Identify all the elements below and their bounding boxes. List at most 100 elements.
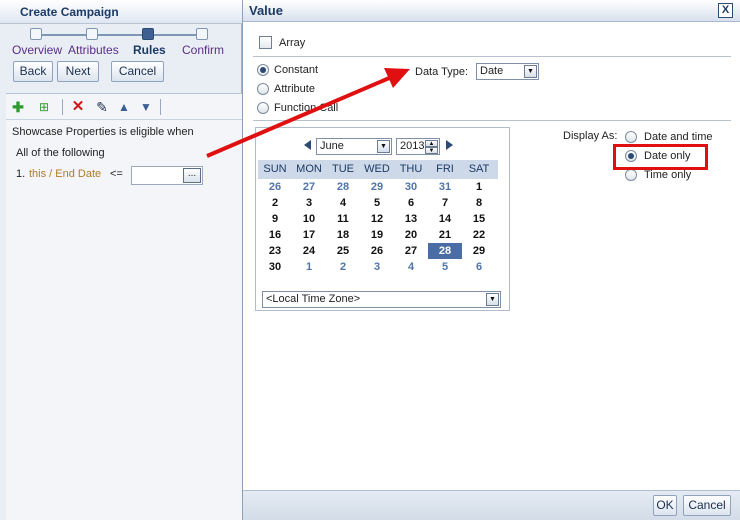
calendar-day-cell[interactable]: 16 — [258, 227, 292, 243]
calendar-day-cell[interactable]: 11 — [326, 211, 360, 227]
rule-header: Showcase Properties is eligible when — [12, 126, 194, 138]
value-picker-button[interactable]: ... — [183, 168, 201, 183]
function-call-label: Function Call — [274, 102, 339, 114]
calendar-day-cell[interactable]: 6 — [462, 259, 496, 275]
calendar-day-cell[interactable]: 1 — [292, 259, 326, 275]
constant-radio[interactable] — [257, 64, 269, 76]
calendar-day-cell[interactable]: 20 — [394, 227, 428, 243]
calendar-day-cell[interactable]: 5 — [360, 195, 394, 211]
edit-icon[interactable]: ✎ — [94, 99, 110, 115]
back-button[interactable]: Back — [13, 61, 53, 82]
prev-month-icon[interactable] — [304, 140, 311, 150]
rule-value-field[interactable]: ... — [131, 166, 203, 185]
calendar-day-cell[interactable]: 3 — [360, 259, 394, 275]
calendar-day-cell[interactable]: 22 — [462, 227, 496, 243]
spinner-up-icon[interactable]: ▲ — [425, 140, 438, 147]
ok-button[interactable]: OK — [653, 495, 677, 516]
calendar-day-cell[interactable]: 8 — [462, 195, 496, 211]
data-type-select[interactable]: Date ▼ — [476, 63, 539, 80]
calendar-day-cell[interactable]: 23 — [258, 243, 292, 259]
timezone-select[interactable]: <Local Time Zone> ▼ — [262, 291, 501, 308]
calendar-day-cell[interactable]: 2 — [258, 195, 292, 211]
calendar-days: 26 27 28 29 30 31 1 2 3 4 5 6 7 8 9 10 11 12 13 14 15 16 17 18 1… — [258, 179, 498, 275]
calendar-day-cell[interactable]: 13 — [394, 211, 428, 227]
calendar-day-cell[interactable]: 17 — [292, 227, 326, 243]
calendar-day-cell[interactable]: 24 — [292, 243, 326, 259]
calendar-day-cell[interactable]: 10 — [292, 211, 326, 227]
calendar-day-cell[interactable]: 21 — [428, 227, 462, 243]
calendar-week-row: 9 10 11 12 13 14 15 — [258, 211, 498, 227]
calendar-day-cell[interactable]: 4 — [326, 195, 360, 211]
wizard-title: Create Campaign — [0, 0, 242, 24]
train-label-rules: Rules — [133, 43, 166, 57]
calendar-day-cell[interactable]: 26 — [258, 179, 292, 195]
attribute-label: Attribute — [274, 83, 315, 95]
calendar-day-cell[interactable]: 14 — [428, 211, 462, 227]
calendar-day-cell[interactable]: 31 — [428, 179, 462, 195]
add-child-icon[interactable]: ⊞ — [36, 99, 52, 115]
wizard-cancel-button[interactable]: Cancel — [111, 61, 164, 82]
calendar-day-cell[interactable]: 12 — [360, 211, 394, 227]
calendar-day-cell[interactable]: 15 — [462, 211, 496, 227]
year-spinner[interactable]: 2013 ▲ ▼ — [396, 138, 440, 155]
calendar-day-cell[interactable]: 7 — [428, 195, 462, 211]
wizard-pane: Create Campaign Overview Attributes Rule… — [0, 0, 242, 520]
move-down-icon[interactable]: ▼ — [138, 99, 154, 115]
calendar-week-row: 30 1 2 3 4 5 6 — [258, 259, 498, 275]
train-label-confirm[interactable]: Confirm — [182, 43, 224, 57]
close-icon[interactable]: X — [718, 3, 733, 18]
train-node-confirm[interactable] — [196, 28, 208, 40]
calendar-week-row: 16 17 18 19 20 21 22 — [258, 227, 498, 243]
date-and-time-radio[interactable] — [625, 131, 637, 143]
array-checkbox[interactable] — [259, 36, 272, 49]
month-select[interactable]: June ▼ — [316, 138, 392, 155]
rules-toolbar: ✚ ⊞ ✕ ✎ ▲ ▼ — [6, 94, 242, 120]
move-up-icon[interactable]: ▲ — [116, 99, 132, 115]
calendar-day-cell[interactable]: 5 — [428, 259, 462, 275]
calendar-day-cell[interactable]: 3 — [292, 195, 326, 211]
toolbar-separator — [62, 99, 63, 115]
calendar-day-cell[interactable]: 2 — [326, 259, 360, 275]
calendar-day-cell[interactable]: 29 — [462, 243, 496, 259]
calendar-day-cell[interactable]: 27 — [292, 179, 326, 195]
array-label: Array — [279, 37, 306, 49]
month-value: June — [320, 140, 344, 152]
function-call-radio[interactable] — [257, 102, 269, 114]
weekday-sun: SUN — [263, 163, 287, 175]
timezone-value: <Local Time Zone> — [266, 293, 361, 305]
train-label-attributes[interactable]: Attributes — [68, 43, 119, 57]
next-button[interactable]: Next — [57, 61, 99, 82]
time-only-radio[interactable] — [625, 169, 637, 181]
attribute-radio[interactable] — [257, 83, 269, 95]
calendar-day-cell[interactable]: 1 — [462, 179, 496, 195]
train-node-attributes[interactable] — [86, 28, 98, 40]
calendar-day-cell[interactable]: 18 — [326, 227, 360, 243]
calendar-day-cell[interactable]: 6 — [394, 195, 428, 211]
rule-group[interactable]: All of the following — [16, 147, 105, 159]
calendar-day-cell[interactable]: 4 — [394, 259, 428, 275]
rule-attribute-link[interactable]: this / End Date — [29, 168, 101, 180]
train-node-overview[interactable] — [30, 28, 42, 40]
rule-operator[interactable]: <= — [110, 168, 123, 180]
calendar-day-cell[interactable]: 28 — [428, 243, 462, 259]
chevron-down-icon: ▼ — [377, 140, 390, 153]
calendar-day-cell[interactable]: 30 — [394, 179, 428, 195]
chevron-down-icon: ▼ — [486, 293, 499, 306]
train-label-overview[interactable]: Overview — [12, 43, 62, 57]
calendar-day-cell[interactable]: 26 — [360, 243, 394, 259]
next-month-icon[interactable] — [446, 140, 453, 150]
calendar-day-cell[interactable]: 19 — [360, 227, 394, 243]
calendar-day-cell[interactable]: 28 — [326, 179, 360, 195]
calendar-day-cell[interactable]: 30 — [258, 259, 292, 275]
delete-icon[interactable]: ✕ — [70, 99, 86, 115]
data-type-label: Data Type: — [415, 66, 468, 78]
dialog-cancel-button[interactable]: Cancel — [683, 495, 731, 516]
calendar-day-cell[interactable]: 25 — [326, 243, 360, 259]
weekday-wed: WED — [364, 163, 390, 175]
add-icon[interactable]: ✚ — [10, 99, 26, 115]
calendar-day-cell[interactable]: 29 — [360, 179, 394, 195]
spinner-down-icon[interactable]: ▼ — [425, 147, 438, 154]
calendar-day-cell[interactable]: 27 — [394, 243, 428, 259]
data-type-value: Date — [480, 65, 504, 77]
calendar-day-cell[interactable]: 9 — [258, 211, 292, 227]
